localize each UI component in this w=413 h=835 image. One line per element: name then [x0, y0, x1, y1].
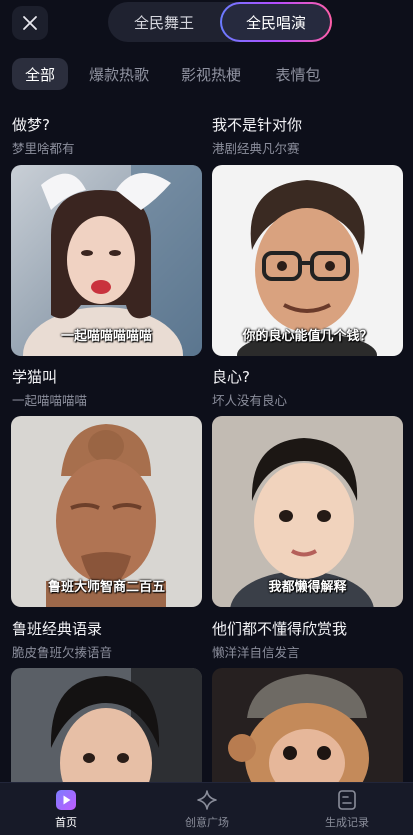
close-icon [23, 16, 37, 30]
sparkle-icon [197, 790, 217, 810]
template-card-lazy[interactable]: 我都懒得解释 [212, 416, 403, 607]
nav-records-label: 生成记录 [325, 816, 369, 829]
item-title[interactable]: 我不是针对你 [212, 114, 302, 135]
home-play-icon [56, 790, 76, 810]
item-subtitle: 脆皮鲁班欠揍语音 [12, 645, 113, 660]
item-title[interactable]: 学猫叫 [12, 366, 57, 387]
category-film-memes[interactable]: 影视热梗 [170, 58, 252, 90]
card-caption: 我都懒得解释 [268, 580, 347, 595]
card-caption: 一起喵喵喵喵喵 [60, 329, 152, 344]
item-subtitle: 梦里啥都有 [12, 141, 75, 156]
item-title[interactable]: 做梦? [12, 114, 50, 135]
card-caption: 鲁班大师智商二百五 [47, 580, 165, 595]
item-title[interactable]: 鲁班经典语录 [12, 618, 102, 639]
category-hot-songs[interactable]: 爆款热歌 [78, 58, 160, 90]
thumbnail-image [11, 668, 202, 782]
item-title[interactable]: 良心? [212, 366, 250, 387]
record-icon [338, 790, 356, 810]
category-bar: 全部 爆款热歌 影视热梗 表情包 [0, 58, 413, 92]
nav-creative-label: 创意广场 [185, 816, 229, 829]
nav-home-label: 首页 [55, 816, 77, 829]
category-stickers[interactable]: 表情包 [262, 58, 334, 90]
template-card-luban[interactable]: 鲁班大师智商二百五 [11, 416, 202, 607]
item-subtitle: 懒洋洋自信发言 [212, 645, 300, 660]
template-card-cat[interactable]: 一起喵喵喵喵喵 [11, 165, 202, 356]
tab-dance-king[interactable]: 全民舞王 [108, 2, 220, 42]
category-all[interactable]: 全部 [12, 58, 68, 90]
template-card-conscience[interactable]: 你的良心能值几个钱？ [212, 165, 403, 356]
card-caption: 你的良心能值几个钱？ [242, 329, 373, 344]
template-card[interactable] [11, 668, 202, 782]
bottom-nav: 首页 创意广场 生成记录 [0, 782, 413, 835]
top-bar: 全民舞王 全民唱演 [0, 0, 413, 46]
item-subtitle: 坏人没有良心 [212, 393, 288, 408]
nav-records[interactable]: 生成记录 [297, 789, 397, 833]
mode-switch: 全民舞王 全民唱演 [108, 2, 332, 42]
item-subtitle: 港剧经典凡尔赛 [212, 141, 300, 156]
template-card[interactable] [212, 668, 403, 782]
nav-creative-square[interactable]: 创意广场 [157, 789, 257, 833]
item-subtitle: 一起喵喵喵喵 [12, 393, 88, 408]
nav-home[interactable]: 首页 [16, 789, 116, 833]
item-title[interactable]: 他们都不懂得欣赏我 [212, 618, 347, 639]
close-button[interactable] [12, 6, 48, 40]
thumbnail-image [212, 668, 403, 782]
tab-sing-act[interactable]: 全民唱演 [220, 2, 332, 42]
